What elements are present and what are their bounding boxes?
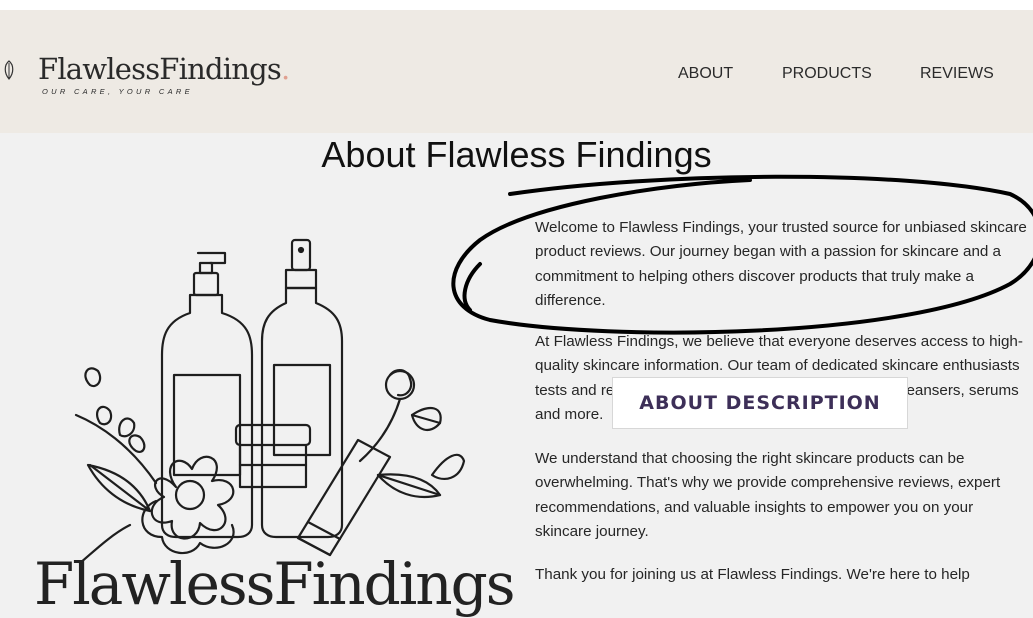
about-paragraph-3: We understand that choosing the right sk… xyxy=(535,450,1001,540)
about-paragraph-1: Welcome to Flawless Findings, your trust… xyxy=(535,219,1027,309)
leaves-left-icon xyxy=(74,367,158,565)
leaf-icon xyxy=(4,60,14,80)
brand-wordmark-large: FlawlessFindings xyxy=(34,550,515,618)
skincare-products-illustration xyxy=(74,238,466,565)
spray-bottle-icon xyxy=(260,238,344,539)
nav-products[interactable]: PRODUCTS xyxy=(782,65,872,83)
top-strip xyxy=(0,0,1033,10)
flower-icon xyxy=(141,455,235,555)
nav-about[interactable]: ABOUT xyxy=(678,65,733,83)
rose-right-icon xyxy=(358,369,466,499)
page-title: About Flawless Findings xyxy=(321,134,712,175)
about-paragraph-4: Thank you for joining us at Flawless Fin… xyxy=(535,566,970,583)
annotation-label-about-description: ABOUT DESCRIPTION xyxy=(612,377,908,429)
site-header: FlawlessFindings. OUR CARE, YOUR CARE AB… xyxy=(0,10,1033,133)
logo-dot: . xyxy=(280,52,290,86)
logo-title: FlawlessFindings xyxy=(38,52,282,86)
logo-tagline: OUR CARE, YOUR CARE xyxy=(42,87,193,96)
nav-reviews[interactable]: REVIEWS xyxy=(920,65,994,83)
site-logo[interactable]: FlawlessFindings. xyxy=(38,52,290,86)
